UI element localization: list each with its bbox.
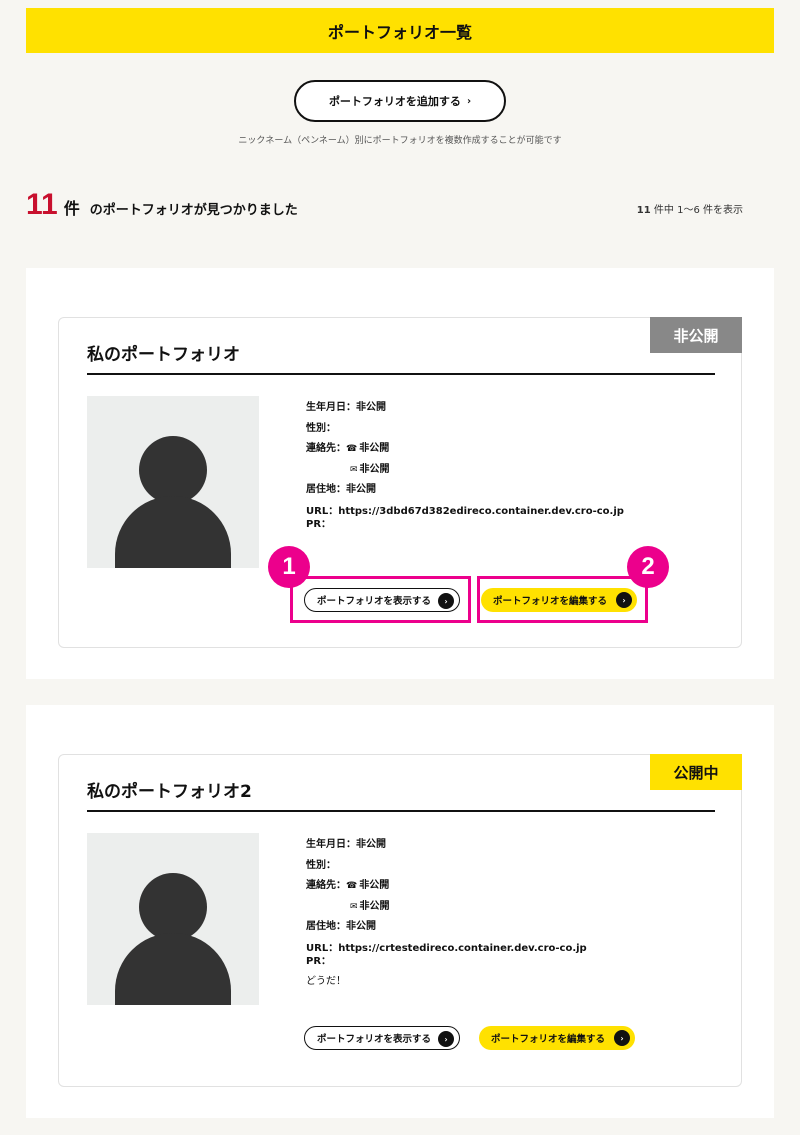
multi-portfolio-note: ニックネーム（ペンネーム）別にポートフォリオを複数作成することが可能です (238, 136, 562, 146)
gender-row: 性別： (306, 419, 624, 440)
gender-label: 性別： (306, 422, 336, 434)
arrow-right-icon: › (614, 1030, 630, 1046)
add-portfolio-label: ポートフォリオを追加する (328, 95, 461, 108)
portfolio-title: 私のポートフォリオ (87, 340, 715, 375)
profile-info: 生年月日：非公開 性別： 連絡先：☎ 非公開 ✉ 非公開 居住地：非公開 URL：h… (306, 398, 624, 535)
residence-value: 非公開 (346, 921, 376, 932)
mail-icon: ✉ (350, 901, 358, 912)
result-count: 11 (26, 188, 58, 221)
avatar-head-icon (139, 436, 207, 504)
portfolio-title: 私のポートフォリオ2 (87, 777, 715, 812)
phone-icon: ☎ (346, 881, 358, 891)
view-portfolio-button[interactable]: ポートフォリオを表示する › (304, 1026, 460, 1050)
url-label: URL： (306, 505, 339, 517)
birthday-row: 生年月日：非公開 (306, 835, 587, 856)
add-portfolio-button[interactable]: ポートフォリオを追加する › (294, 80, 506, 122)
birthday-label: 生年月日： (306, 839, 356, 850)
gender-row: 性別： (306, 856, 587, 877)
residence-label: 居住地： (306, 484, 346, 495)
mail-value: 非公開 (359, 900, 390, 912)
result-unit: 件 (63, 199, 80, 218)
arrow-right-icon: › (438, 1031, 454, 1047)
url-value: https://crtestedireco.container.dev.cro-… (338, 942, 587, 954)
result-range: 11 件中 1〜6 件を表示 (637, 201, 743, 216)
pr-row: PR： (306, 955, 587, 968)
result-summary: 11 件 のポートフォリオが見つかりました (26, 188, 298, 222)
url-row: URL：https://crtestedireco.container.dev.… (306, 942, 587, 955)
contact-phone-row: 連絡先：☎ 非公開 (306, 439, 624, 460)
residence-row: 居住地：非公開 (306, 480, 624, 501)
mail-value: 非公開 (359, 463, 390, 475)
view-portfolio-label: ポートフォリオを表示する (317, 1034, 432, 1045)
contact-phone-row: 連絡先：☎ 非公開 (306, 876, 587, 897)
phone-value: 非公開 (359, 443, 390, 454)
avatar-body-icon (115, 933, 231, 1005)
edit-portfolio-label: ポートフォリオを編集する (491, 1034, 606, 1045)
contact-mail-row: ✉ 非公開 (306, 897, 587, 918)
highlight-box-edit (477, 576, 648, 623)
url-row: URL：https://3dbd67d382edireco.container.… (306, 505, 624, 518)
birthday-label: 生年月日： (306, 402, 356, 413)
phone-value: 非公開 (359, 880, 390, 891)
avatar-body-icon (115, 496, 231, 568)
pr-label: PR： (306, 955, 332, 967)
gender-label: 性別： (306, 859, 336, 871)
contact-label: 連絡先： (306, 880, 346, 891)
highlight-box-view (290, 576, 471, 623)
residence-label: 居住地： (306, 921, 346, 932)
result-text: のポートフォリオが見つかりました (89, 203, 298, 218)
pr-label: PR： (306, 518, 332, 530)
page-title: ポートフォリオ一覧 (26, 8, 774, 53)
chevron-right-icon: › (466, 95, 472, 107)
profile-info: 生年月日：非公開 性別： 連絡先：☎ 非公開 ✉ 非公開 居住地：非公開 URL：h… (306, 835, 587, 987)
portfolio-panel: 公開中 私のポートフォリオ2 生年月日：非公開 性別： 連絡先：☎ 非公開 ✉ 非公… (26, 705, 774, 1118)
birthday-row: 生年月日：非公開 (306, 398, 624, 419)
phone-icon: ☎ (346, 444, 358, 454)
avatar-head-icon (139, 873, 207, 941)
pr-value: どうだ！ (306, 975, 346, 987)
residence-value: 非公開 (346, 484, 376, 495)
mail-icon: ✉ (350, 464, 358, 475)
avatar (87, 396, 259, 568)
url-label: URL： (306, 942, 339, 954)
url-value: https://3dbd67d382edireco.container.dev.… (338, 505, 624, 517)
birthday-value: 非公開 (356, 402, 386, 413)
annotation-marker-1: 1 (268, 546, 310, 588)
annotation-marker-2: 2 (627, 546, 669, 588)
birthday-value: 非公開 (356, 839, 386, 850)
range-count: 11 (636, 205, 651, 216)
pr-row: PR： (306, 518, 624, 531)
contact-mail-row: ✉ 非公開 (306, 460, 624, 481)
residence-row: 居住地：非公開 (306, 917, 587, 938)
avatar (87, 833, 259, 1005)
range-text: 件中 1〜6 件を表示 (653, 205, 743, 216)
edit-portfolio-button[interactable]: ポートフォリオを編集する › (479, 1026, 635, 1050)
contact-label: 連絡先： (306, 443, 346, 454)
